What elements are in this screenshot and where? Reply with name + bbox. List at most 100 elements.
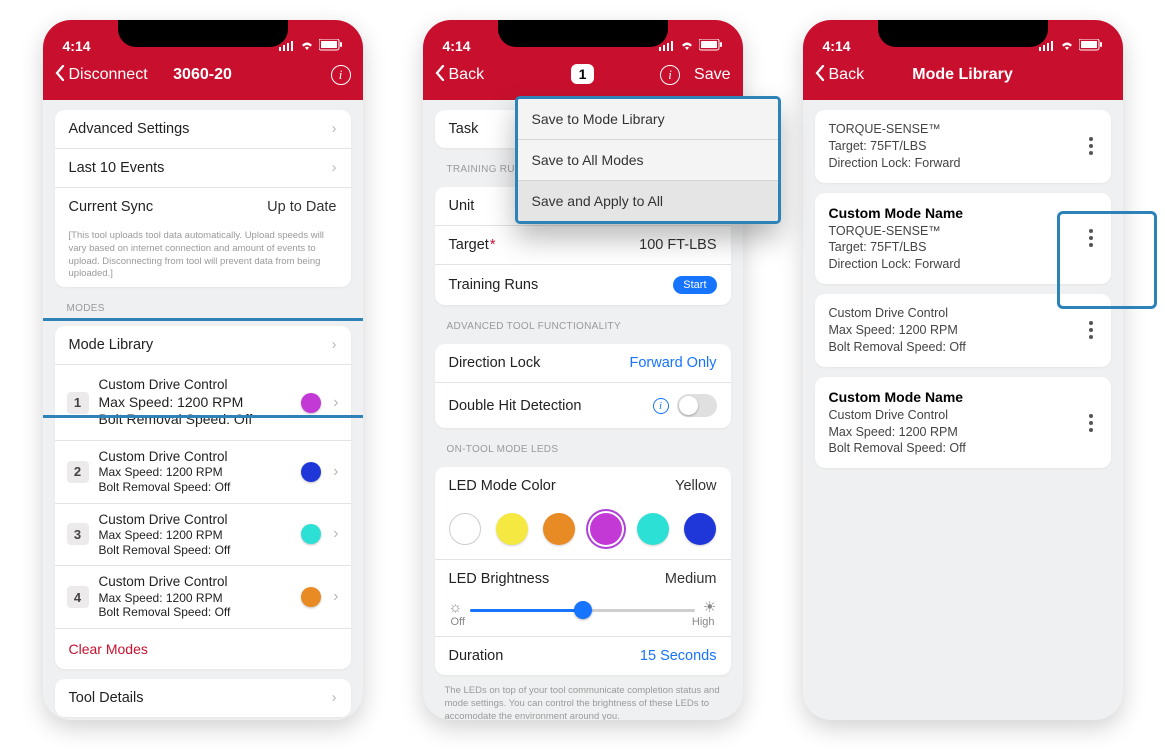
wifi-icon bbox=[299, 38, 315, 54]
target-value: 100 FT-LBS bbox=[639, 237, 716, 253]
library-card-lines: Custom Mode NameTORQUE-SENSE™Target: 75F… bbox=[829, 204, 1085, 274]
chevron-left-icon bbox=[55, 65, 65, 86]
mode-row[interactable]: 4 Custom Drive ControlMax Speed: 1200 RPM… bbox=[55, 565, 351, 628]
popover-save-to-all[interactable]: Save to All Modes bbox=[518, 139, 778, 180]
screen-mode-library: 4:14 Back Mode Library TORQUE-SENSE™Targ… bbox=[803, 20, 1123, 720]
row-label: Mode Library bbox=[69, 337, 326, 353]
mode-summary: Custom Drive ControlMax Speed: 1200 RPMB… bbox=[99, 449, 302, 495]
start-button[interactable]: Start bbox=[673, 276, 716, 294]
section-header-modes: MODES bbox=[43, 297, 363, 316]
row-label: LED Mode Color bbox=[449, 478, 676, 494]
row-advanced-settings[interactable]: Advanced Settings › bbox=[55, 110, 351, 148]
section-header-functionality: ADVANCED TOOL FUNCTIONALITY bbox=[423, 315, 743, 334]
row-last-events[interactable]: Last 10 Events › bbox=[55, 148, 351, 187]
status-time: 4:14 bbox=[63, 38, 91, 54]
nav-back-label: Disconnect bbox=[69, 66, 148, 84]
nav-bar: Back 1 i Save bbox=[423, 58, 743, 100]
nav-back[interactable]: Back bbox=[435, 65, 661, 86]
clear-modes[interactable]: Clear Modes bbox=[55, 628, 351, 669]
library-card[interactable]: Custom Mode NameCustom Drive ControlMax … bbox=[815, 377, 1111, 469]
chevron-right-icon: › bbox=[332, 690, 337, 706]
battery-icon bbox=[1079, 38, 1103, 54]
popover-save-apply-all[interactable]: Save and Apply to All bbox=[518, 180, 778, 221]
chevron-left-icon bbox=[435, 65, 445, 86]
row-direction-lock[interactable]: Direction Lock Forward Only bbox=[435, 344, 731, 382]
brightness-low-label: Off bbox=[451, 616, 465, 628]
chevron-right-icon: › bbox=[332, 160, 337, 176]
kebab-menu-icon[interactable] bbox=[1085, 225, 1097, 251]
mode-summary: Custom Drive ControlMax Speed: 1200 RPMB… bbox=[99, 512, 302, 558]
chevron-right-icon: › bbox=[333, 525, 338, 543]
mode-row[interactable]: 2Custom Drive ControlMax Speed: 1200 RPM… bbox=[55, 440, 351, 503]
row-tool-details[interactable]: Tool Details › bbox=[55, 679, 351, 717]
row-label: Training Runs bbox=[449, 277, 674, 293]
mode-row[interactable]: 3 Custom Drive ControlMax Speed: 1200 RPM… bbox=[55, 503, 351, 566]
chevron-right-icon: › bbox=[333, 463, 338, 481]
info-icon[interactable]: i bbox=[660, 65, 680, 85]
mode-number: 3 bbox=[67, 523, 89, 545]
library-card-lines: Custom Mode NameCustom Drive ControlMax … bbox=[829, 388, 1085, 458]
row-label: Duration bbox=[449, 648, 640, 664]
library-card-lines: TORQUE-SENSE™Target: 75FT/LBSDirection L… bbox=[829, 121, 1085, 172]
row-label: Current Sync bbox=[69, 199, 268, 215]
color-swatch[interactable] bbox=[449, 513, 481, 545]
device-notch bbox=[498, 20, 668, 47]
info-icon[interactable]: i bbox=[653, 398, 669, 414]
nav-back-disconnect[interactable]: Disconnect bbox=[55, 65, 331, 86]
mode-color-dot bbox=[301, 462, 321, 482]
status-time: 4:14 bbox=[443, 38, 471, 54]
row-led-color[interactable]: LED Mode Color Yellow bbox=[435, 467, 731, 505]
nav-back[interactable]: Back bbox=[815, 65, 1111, 86]
row-label: Target bbox=[449, 237, 640, 253]
row-duration[interactable]: Duration 15 Seconds bbox=[435, 636, 731, 675]
color-swatch[interactable] bbox=[543, 513, 575, 545]
chevron-right-icon: › bbox=[333, 394, 338, 412]
library-card[interactable]: Custom Drive ControlMax Speed: 1200 RPMB… bbox=[815, 294, 1111, 367]
double-hit-toggle[interactable] bbox=[677, 394, 717, 417]
row-label: Last 10 Events bbox=[69, 160, 326, 176]
kebab-menu-icon[interactable] bbox=[1085, 410, 1097, 436]
device-notch bbox=[118, 20, 288, 47]
nav-save[interactable]: Save bbox=[694, 66, 730, 84]
brightness-slider[interactable]: ☼ ☀ Off High bbox=[435, 598, 731, 636]
brightness-high-icon: ☀ bbox=[703, 598, 716, 616]
nav-back-label: Back bbox=[449, 66, 485, 84]
library-card[interactable]: TORQUE-SENSE™Target: 75FT/LBSDirection L… bbox=[815, 110, 1111, 183]
row-led-brightness: LED Brightness Medium bbox=[435, 559, 731, 598]
mode-number: 4 bbox=[67, 586, 89, 608]
mode-summary: Custom Drive ControlMax Speed: 1200 RPMB… bbox=[99, 574, 302, 620]
mode-color-dot bbox=[301, 393, 321, 413]
popover-save-to-library[interactable]: Save to Mode Library bbox=[518, 99, 778, 139]
library-card-lines: Custom Drive ControlMax Speed: 1200 RPMB… bbox=[829, 305, 1085, 356]
wifi-icon bbox=[1059, 38, 1075, 54]
tool-details-card: Tool Details › bbox=[55, 679, 351, 717]
row-label: Advanced Settings bbox=[69, 121, 326, 137]
color-swatch[interactable] bbox=[637, 513, 669, 545]
device-notch bbox=[878, 20, 1048, 47]
led-fineprint: The LEDs on top of your tool communicate… bbox=[423, 685, 743, 720]
brightness-high-label: High bbox=[692, 616, 715, 628]
mode-color-dot bbox=[301, 524, 321, 544]
section-header-leds: ON-TOOL MODE LEDS bbox=[423, 438, 743, 457]
mode-row[interactable]: 1Custom Drive ControlMax Speed: 1200 RPM… bbox=[55, 364, 351, 440]
info-icon[interactable]: i bbox=[331, 65, 351, 85]
color-swatch[interactable] bbox=[590, 513, 622, 545]
color-swatch-row bbox=[435, 505, 731, 559]
brightness-low-icon: ☼ bbox=[449, 599, 463, 616]
color-swatch[interactable] bbox=[684, 513, 716, 545]
kebab-menu-icon[interactable] bbox=[1085, 133, 1097, 159]
nav-bar: Disconnect 3060-20 i bbox=[43, 58, 363, 100]
nav-bar: Back Mode Library bbox=[803, 58, 1123, 100]
nav-back-label: Back bbox=[829, 66, 865, 84]
modes-card: Mode Library › 1Custom Drive ControlMax … bbox=[55, 326, 351, 669]
screen-tool-overview: 4:14 Disconnect 3060-20 i Advanced Setti… bbox=[43, 20, 363, 720]
library-card[interactable]: Custom Mode NameTORQUE-SENSE™Target: 75F… bbox=[815, 193, 1111, 285]
chevron-left-icon bbox=[815, 65, 825, 86]
direction-lock-value: Forward Only bbox=[629, 355, 716, 371]
kebab-menu-icon[interactable] bbox=[1085, 317, 1097, 343]
row-mode-library[interactable]: Mode Library › bbox=[55, 326, 351, 364]
row-target[interactable]: Target 100 FT-LBS bbox=[435, 225, 731, 264]
battery-icon bbox=[319, 38, 343, 54]
color-swatch[interactable] bbox=[496, 513, 528, 545]
upload-fineprint: [This tool uploads tool data automatical… bbox=[55, 226, 351, 287]
